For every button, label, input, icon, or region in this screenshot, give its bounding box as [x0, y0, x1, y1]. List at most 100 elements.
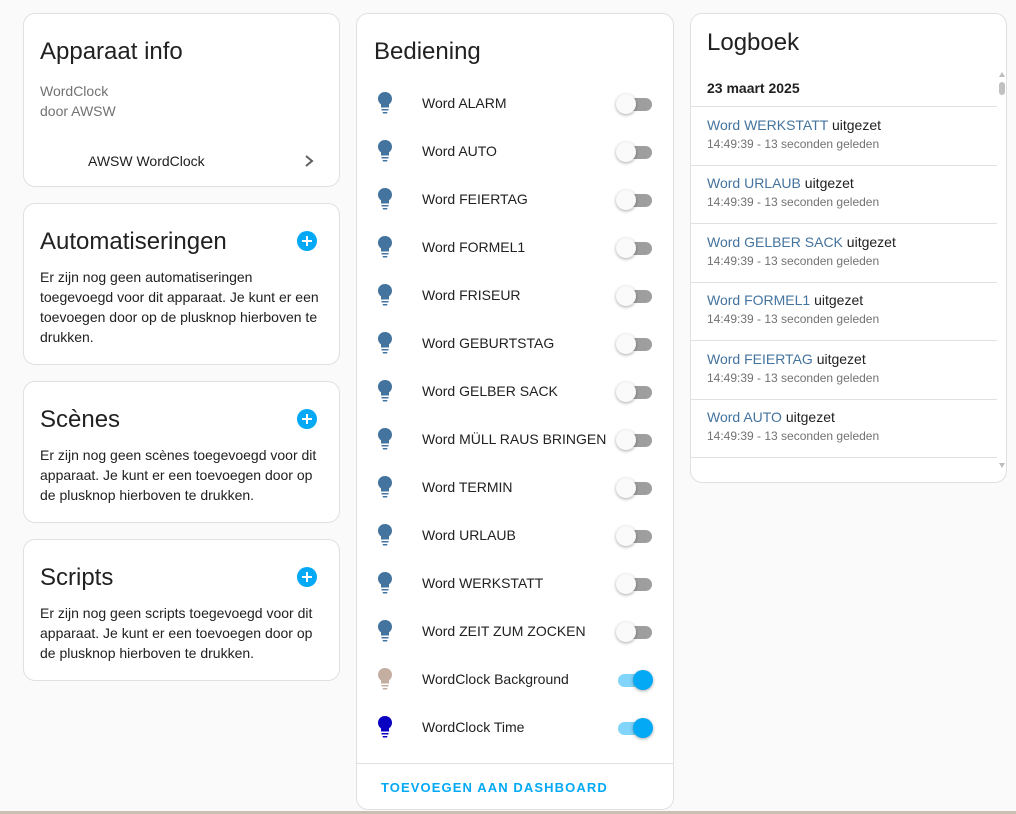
- control-label[interactable]: Word WERKSTATT: [422, 575, 543, 591]
- log-entry: Word FEIERTAG uitgezet 14:49:39 - 13 seco…: [707, 351, 987, 385]
- log-entry-message: Word FORMEL1 uitgezet: [707, 292, 987, 308]
- lightbulb-icon[interactable]: [376, 283, 394, 307]
- toggle-switch[interactable]: [616, 189, 654, 210]
- control-row[interactable]: Word FORMEL1: [357, 223, 673, 271]
- add-scene-button[interactable]: [297, 409, 317, 429]
- control-label[interactable]: Word FORMEL1: [422, 239, 525, 255]
- control-label[interactable]: WordClock Background: [422, 671, 569, 687]
- control-row[interactable]: Word TERMIN: [357, 463, 673, 511]
- logbook-card: Logboek 23 maart 2025 Word WERKSTATT uit…: [690, 13, 1007, 483]
- log-entry-message: Word GELBER SACK uitgezet: [707, 234, 987, 250]
- lightbulb-icon[interactable]: [376, 667, 394, 691]
- switch-thumb: [616, 526, 636, 546]
- lightbulb-icon[interactable]: [376, 91, 394, 115]
- switch-thumb: [616, 142, 636, 162]
- device-link[interactable]: AWSW WordClock: [24, 148, 339, 174]
- logbook-list[interactable]: 23 maart 2025 Word WERKSTATT uitgezet 14:…: [691, 70, 997, 470]
- lightbulb-icon[interactable]: [376, 331, 394, 355]
- switch-thumb: [633, 670, 653, 690]
- scrollbar-thumb[interactable]: [999, 82, 1005, 95]
- control-row[interactable]: Word GEBURTSTAG: [357, 319, 673, 367]
- toggle-switch[interactable]: [616, 381, 654, 402]
- log-timestamp: 14:49:39 - 13 seconden geleden: [707, 195, 880, 210]
- logbook-scrollbar[interactable]: [997, 70, 1006, 474]
- control-label[interactable]: Word GELBER SACK: [422, 383, 558, 399]
- add-automation-button[interactable]: [297, 231, 317, 251]
- lightbulb-icon[interactable]: [376, 235, 394, 259]
- toggle-switch[interactable]: [616, 669, 654, 690]
- control-row[interactable]: Word FRISEUR: [357, 271, 673, 319]
- toggle-switch[interactable]: [616, 525, 654, 546]
- control-row[interactable]: Word ZEIT ZUM ZOCKEN: [357, 607, 673, 655]
- control-row[interactable]: Word GELBER SACK: [357, 367, 673, 415]
- control-row[interactable]: Word ALARM: [357, 79, 673, 127]
- toggle-switch[interactable]: [616, 93, 654, 114]
- switch-thumb: [616, 382, 636, 402]
- control-row[interactable]: Word WERKSTATT: [357, 559, 673, 607]
- toggle-switch[interactable]: [616, 573, 654, 594]
- log-entity-link[interactable]: Word FORMEL1: [707, 292, 810, 308]
- log-entity-link[interactable]: Word AUTO: [707, 409, 782, 425]
- control-label[interactable]: Word FRISEUR: [422, 287, 521, 303]
- control-label[interactable]: Word MÜLL RAUS BRINGEN: [422, 431, 606, 447]
- toggle-switch[interactable]: [616, 237, 654, 258]
- control-label[interactable]: Word URLAUB: [422, 527, 516, 543]
- scroll-down-icon[interactable]: [999, 463, 1005, 468]
- toggle-switch[interactable]: [616, 141, 654, 162]
- log-separator: [691, 457, 997, 458]
- add-to-dashboard-button[interactable]: TOEVOEGEN AAN DASHBOARD: [381, 780, 608, 795]
- lightbulb-icon[interactable]: [376, 571, 394, 595]
- control-row[interactable]: Word FEIERTAG: [357, 175, 673, 223]
- control-row[interactable]: Word AUTO: [357, 127, 673, 175]
- controls-card: Bediening Word ALARM Word AUTO Word FEIERT…: [356, 13, 674, 810]
- control-label[interactable]: Word ALARM: [422, 95, 507, 111]
- add-script-button[interactable]: [297, 567, 317, 587]
- scroll-up-icon[interactable]: [999, 72, 1005, 77]
- lightbulb-icon[interactable]: [376, 619, 394, 643]
- control-row[interactable]: WordClock Background: [357, 655, 673, 703]
- log-action: uitgezet: [842, 233, 896, 250]
- scenes-title: Scènes: [40, 406, 121, 433]
- lightbulb-icon[interactable]: [376, 427, 394, 451]
- control-label[interactable]: Word ZEIT ZUM ZOCKEN: [422, 623, 586, 639]
- log-entry-message: Word FEIERTAG uitgezet: [707, 351, 987, 367]
- scenes-description: Er zijn nog geen scènes toegevoegd voor …: [40, 447, 317, 503]
- log-entity-link[interactable]: Word URLAUB: [707, 175, 801, 191]
- control-row[interactable]: Word URLAUB: [357, 511, 673, 559]
- logbook-title: Logboek: [707, 29, 800, 56]
- log-separator: [691, 165, 997, 166]
- toggle-switch[interactable]: [616, 477, 654, 498]
- toggle-switch[interactable]: [616, 429, 654, 450]
- control-label[interactable]: Word FEIERTAG: [422, 191, 528, 207]
- lightbulb-icon[interactable]: [376, 523, 394, 547]
- automations-title: Automatiseringen: [40, 228, 227, 255]
- toggle-switch[interactable]: [616, 717, 654, 738]
- log-entry-message: Word AUTO uitgezet: [707, 409, 987, 425]
- toggle-switch[interactable]: [616, 621, 654, 642]
- scripts-description: Er zijn nog geen scripts toegevoegd voor…: [40, 605, 313, 661]
- lightbulb-icon[interactable]: [376, 187, 394, 211]
- scripts-title: Scripts: [40, 564, 114, 591]
- log-entity-link[interactable]: Word GELBER SACK: [707, 234, 843, 250]
- switch-thumb: [616, 334, 636, 354]
- lightbulb-icon[interactable]: [376, 475, 394, 499]
- log-entry: Word FORMEL1 uitgezet 14:49:39 - 13 secon…: [707, 292, 987, 326]
- control-row[interactable]: WordClock Time: [357, 703, 673, 751]
- control-label[interactable]: Word AUTO: [422, 143, 497, 159]
- toggle-switch[interactable]: [616, 333, 654, 354]
- control-label[interactable]: Word TERMIN: [422, 479, 513, 495]
- control-row[interactable]: Word MÜLL RAUS BRINGEN: [357, 415, 673, 463]
- switch-thumb: [616, 430, 636, 450]
- lightbulb-icon[interactable]: [376, 139, 394, 163]
- lightbulb-icon[interactable]: [376, 715, 394, 739]
- control-label[interactable]: Word GEBURTSTAG: [422, 335, 554, 351]
- log-action: uitgezet: [828, 117, 882, 133]
- lightbulb-icon[interactable]: [376, 379, 394, 403]
- log-entity-link[interactable]: Word WERKSTATT: [707, 117, 828, 133]
- controls-footer: TOEVOEGEN AAN DASHBOARD: [357, 763, 673, 809]
- control-label[interactable]: WordClock Time: [422, 719, 524, 735]
- toggle-switch[interactable]: [616, 285, 654, 306]
- log-entity-link[interactable]: Word FEIERTAG: [707, 351, 813, 367]
- log-timestamp: 14:49:39 - 13 seconden geleden: [707, 137, 880, 151]
- device-link-label: AWSW WordClock: [88, 153, 205, 169]
